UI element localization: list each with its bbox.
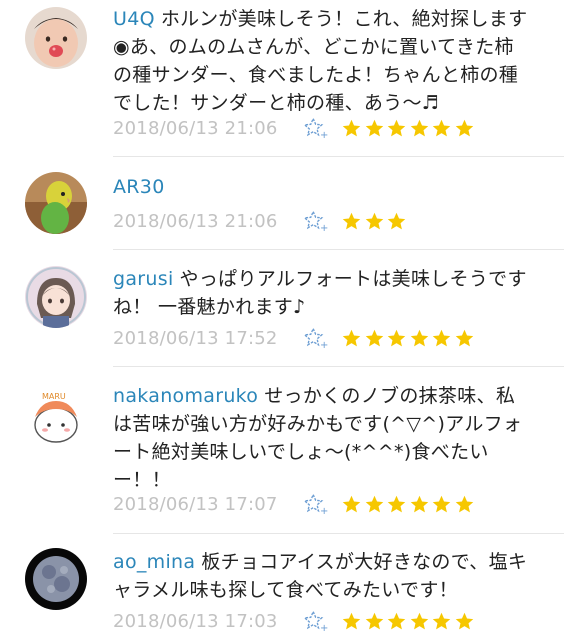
divider xyxy=(113,366,564,367)
timestamp: 2018/06/13 21:06 xyxy=(113,117,278,139)
svg-text:+: + xyxy=(320,223,328,233)
rating-stars xyxy=(341,328,476,349)
avatar[interactable] xyxy=(25,7,87,69)
username[interactable]: nakanomaruko xyxy=(113,385,258,407)
rating-star-icon xyxy=(342,495,361,512)
rating-stars xyxy=(341,494,476,515)
comment-text: やっぱりアルフォートは美味しそうですね！ 一番魅かれます♪ xyxy=(113,268,527,318)
rating-star-icon xyxy=(455,495,473,512)
comment-text: ホルンが美味しそう！これ、絶対探します◉あ、のムのムさんが、どこかに置いてきた柿… xyxy=(113,8,528,114)
rating-star-icon xyxy=(410,119,428,136)
rating-star-icon xyxy=(342,612,361,629)
add-favorite-star-icon[interactable]: + xyxy=(303,209,329,233)
avatar[interactable]: MARU xyxy=(25,387,87,449)
rating-star-icon xyxy=(342,329,361,346)
add-favorite-star-icon[interactable]: + xyxy=(303,326,329,350)
username[interactable]: AR30 xyxy=(113,176,165,198)
add-favorite-star-icon[interactable]: + xyxy=(303,492,329,516)
rating-stars xyxy=(341,611,476,632)
rating-star-icon xyxy=(387,612,406,629)
rating-star-icon xyxy=(342,119,361,136)
timestamp: 2018/06/13 21:06 xyxy=(113,210,278,232)
rating-star-icon xyxy=(410,329,428,346)
rating-star-icon xyxy=(432,495,451,512)
add-favorite-star-icon[interactable]: + xyxy=(303,609,329,633)
divider xyxy=(113,156,564,157)
username[interactable]: ao_mina xyxy=(113,551,195,573)
rating-star-icon xyxy=(365,495,383,512)
rating-star-icon xyxy=(387,212,406,229)
rating-star-icon xyxy=(387,119,406,136)
username[interactable]: U4Q xyxy=(113,8,155,30)
rating-star-icon xyxy=(432,119,451,136)
rating-star-icon xyxy=(455,612,473,629)
add-favorite-star-icon[interactable]: + xyxy=(303,116,329,140)
rating-star-icon xyxy=(455,119,473,136)
rating-star-icon xyxy=(365,212,383,229)
rating-star-icon xyxy=(455,329,473,346)
avatar[interactable] xyxy=(25,266,87,328)
avatar[interactable] xyxy=(25,172,87,234)
divider xyxy=(113,249,564,250)
rating-star-icon xyxy=(410,495,428,512)
svg-text:+: + xyxy=(320,623,328,633)
rating-star-icon xyxy=(432,612,451,629)
username[interactable]: garusi xyxy=(113,268,174,290)
svg-text:MARU: MARU xyxy=(42,392,66,401)
rating-star-icon xyxy=(410,612,428,629)
rating-stars xyxy=(341,118,476,139)
rating-star-icon xyxy=(365,612,383,629)
rating-star-icon xyxy=(365,119,383,136)
timestamp: 2018/06/13 17:52 xyxy=(113,327,278,349)
rating-star-icon xyxy=(387,329,406,346)
rating-star-icon xyxy=(365,329,383,346)
rating-stars xyxy=(341,211,409,232)
svg-text:+: + xyxy=(320,340,328,350)
rating-star-icon xyxy=(387,495,406,512)
timestamp: 2018/06/13 17:03 xyxy=(113,610,278,632)
rating-star-icon xyxy=(432,329,451,346)
rating-star-icon xyxy=(342,212,361,229)
divider xyxy=(113,533,564,534)
svg-text:+: + xyxy=(320,506,328,516)
avatar[interactable] xyxy=(25,548,87,610)
svg-text:+: + xyxy=(320,130,328,140)
timestamp: 2018/06/13 17:07 xyxy=(113,493,278,515)
